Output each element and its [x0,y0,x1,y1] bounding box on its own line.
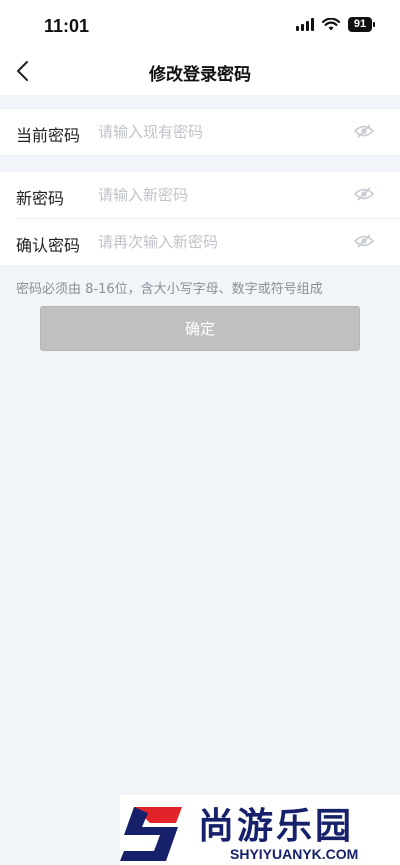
eye-hidden-icon[interactable] [354,124,374,138]
status-time: 11:01 [44,16,90,36]
confirm-password-input[interactable] [98,228,338,256]
signal-icon [296,18,314,31]
confirm-button[interactable]: 确定 [40,306,360,351]
nav-bar: 修改登录密码 [0,50,400,95]
page-title: 修改登录密码 [149,65,251,85]
current-password-label: 当前密码 [16,126,81,145]
new-password-label: 新密码 [16,189,65,208]
password-rule-hint: 密码必须由 8-16位，含大小写字母、数字或符号组成 [16,282,323,297]
eye-hidden-icon[interactable] [354,234,374,248]
s-logo-icon [120,807,182,861]
current-password-input[interactable] [98,118,338,146]
new-password-group: 新密码 确认密码 [0,172,400,265]
status-icons: 91 [296,17,375,32]
status-bar: 11:01 91 [0,0,400,50]
confirm-password-label: 确认密码 [16,236,81,255]
wifi-icon [322,18,340,31]
current-password-row: 当前密码 [0,109,400,155]
watermark-title: 尚游乐园 [198,806,355,847]
current-password-group: 当前密码 [0,109,400,155]
watermark: 尚游乐园 SHYIYUANYK.COM [120,795,400,865]
watermark-url: SHYIYUANYK.COM [230,846,359,862]
new-password-input[interactable] [98,181,338,209]
confirm-password-row: 确认密码 [0,219,400,265]
new-password-row: 新密码 [0,172,400,218]
eye-hidden-icon[interactable] [354,187,374,201]
battery-icon: 91 [348,17,375,32]
